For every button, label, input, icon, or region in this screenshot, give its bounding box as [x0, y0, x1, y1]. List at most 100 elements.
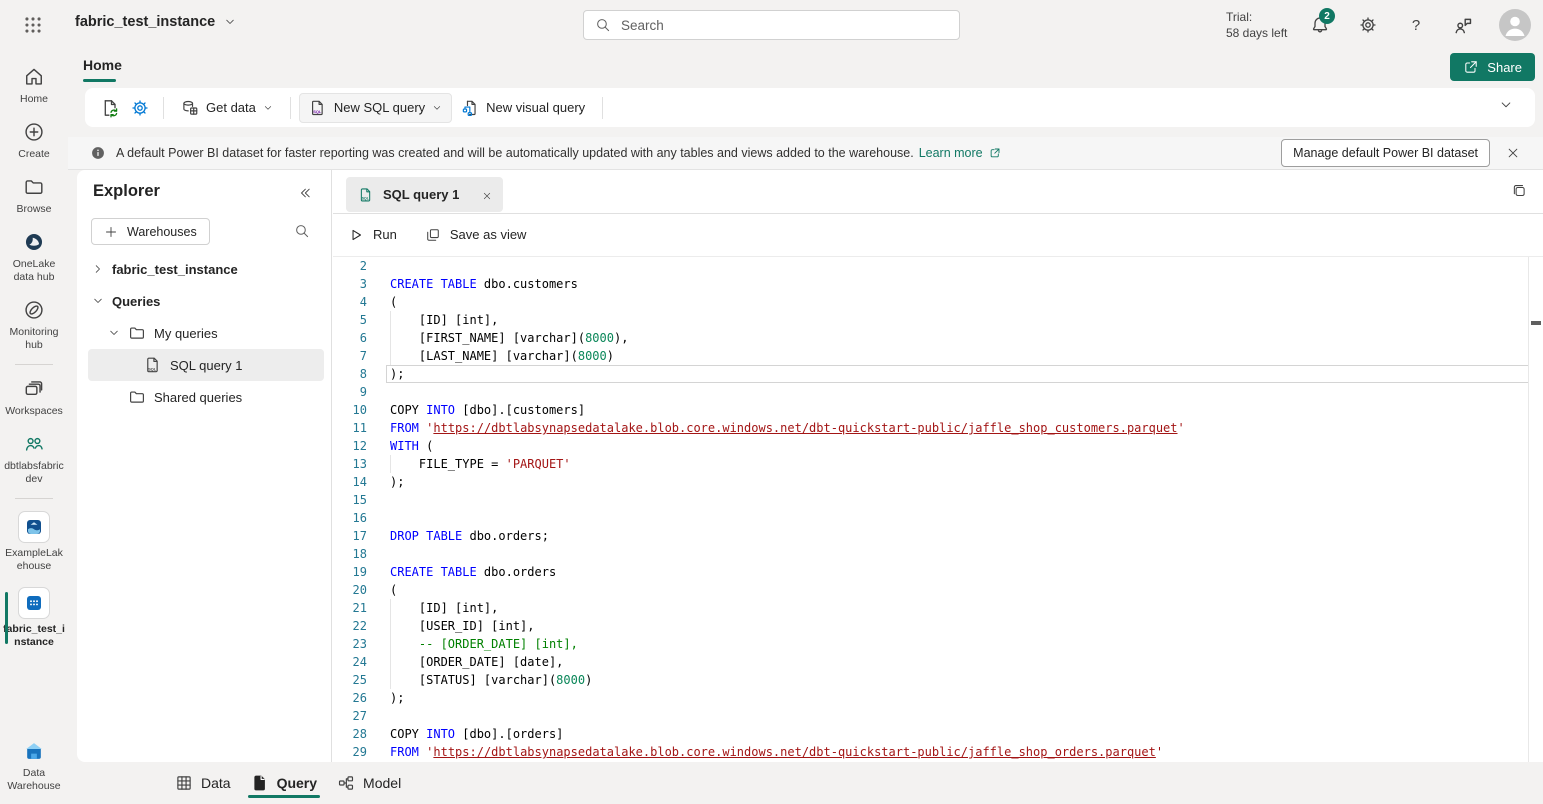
line-number: 24 — [333, 653, 367, 671]
editor-scrollbar[interactable] — [1528, 257, 1543, 762]
line-number: 25 — [333, 671, 367, 689]
code-line: 22 [USER_ID] [int], — [333, 617, 1529, 635]
chevron-right-icon[interactable] — [92, 263, 104, 275]
tree-item-queries[interactable]: Queries — [77, 285, 331, 317]
sidebar-item-label: Create — [18, 148, 50, 161]
warehouse-icon — [18, 587, 50, 619]
help-button[interactable]: ? — [1406, 15, 1426, 35]
person-icon — [1499, 9, 1531, 41]
save-as-view-button[interactable]: Save as view — [425, 227, 527, 243]
code-line: 20( — [333, 581, 1529, 599]
line-number: 8 — [333, 365, 367, 383]
sidebar-item-label: Monitoring hub — [3, 326, 65, 352]
settings-button[interactable] — [1358, 15, 1378, 35]
tab-close-button[interactable] — [482, 189, 493, 200]
tab-query[interactable]: Query — [248, 762, 320, 804]
code-text: [LAST_NAME] [varchar](8000) — [390, 347, 614, 365]
explorer-search-button[interactable] — [294, 223, 311, 240]
line-number: 6 — [333, 329, 367, 347]
sql-code-area[interactable]: 23CREATE TABLE dbo.customers4(5 [ID] [in… — [333, 257, 1529, 762]
line-number: 11 — [333, 419, 367, 437]
get-data-button[interactable]: Get data — [172, 94, 282, 122]
rail-divider — [15, 364, 53, 365]
search-icon — [294, 223, 310, 239]
sidebar-item-onelake-data-hub[interactable]: OneLake data hub — [0, 223, 68, 291]
plus-icon — [104, 225, 118, 239]
tree-item-sql-query-1[interactable]: SQLSQL query 1 — [88, 349, 324, 381]
sidebar-item-examplelakehouse[interactable]: ExampleLakehouse — [0, 504, 68, 580]
workspace-switcher[interactable]: fabric_test_instance — [75, 14, 236, 30]
code-text: [USER_ID] [int], — [390, 617, 535, 635]
line-number: 4 — [333, 293, 367, 311]
sidebar-item-label: Data Warehouse — [3, 767, 65, 793]
app-launcher-button[interactable] — [22, 14, 44, 36]
code-text: COPY INTO [dbo].[customers] — [390, 401, 585, 419]
learn-more-link[interactable]: Learn more — [919, 146, 1002, 160]
indent-guide — [390, 671, 391, 689]
question-icon: ? — [1406, 15, 1426, 35]
toolbar-expand-button[interactable] — [1499, 98, 1513, 117]
sidebar-item-monitoring-hub[interactable]: Monitoring hub — [0, 291, 68, 359]
monitoring-icon — [22, 298, 46, 322]
code-text: [FIRST_NAME] [varchar](8000), — [390, 329, 628, 347]
indent-guide — [390, 455, 391, 473]
code-text: [ID] [int], — [390, 599, 498, 617]
sidebar-item-dbtlabsfabricdev[interactable]: dbtlabsfabricdev — [0, 425, 68, 493]
line-number: 18 — [333, 545, 367, 563]
feedback-button[interactable] — [1452, 15, 1478, 35]
tab-home[interactable]: Home — [83, 57, 122, 73]
tree-item-fabric-test-instance[interactable]: fabric_test_instance — [77, 253, 331, 285]
tree-item-shared-queries[interactable]: Shared queries — [77, 381, 331, 413]
sidebar-item-fabric-test-instance[interactable]: fabric_test_instance — [0, 580, 68, 656]
line-number: 2 — [333, 257, 367, 275]
settings-toolbar-button[interactable] — [125, 94, 155, 122]
code-line: 9 — [333, 383, 1529, 401]
sidebar-item-browse[interactable]: Browse — [0, 168, 68, 223]
new-sql-query-button[interactable]: SQL New SQL query — [299, 93, 452, 123]
view-switcher: Data Query Model — [77, 762, 1543, 804]
code-line: 2 — [333, 257, 1529, 275]
notifications-button[interactable]: 2 — [1310, 15, 1330, 35]
global-search[interactable] — [583, 10, 960, 40]
code-text: COPY INTO [dbo].[orders] — [390, 725, 563, 743]
new-visual-query-button[interactable]: New visual query — [452, 94, 594, 122]
tab-data[interactable]: Data — [172, 762, 234, 804]
tree-item-my-queries[interactable]: My queries — [77, 317, 331, 349]
explorer-panel: Explorer Warehouses fabric_test_instance… — [77, 170, 332, 762]
line-number: 26 — [333, 689, 367, 707]
top-app-bar: fabric_test_instance Trial: 58 days left… — [0, 0, 1543, 50]
collapse-panel-button[interactable] — [298, 186, 313, 201]
sql-file-icon: SQL — [358, 187, 374, 203]
sidebar-item-workspaces[interactable]: Workspaces — [0, 370, 68, 425]
code-text: FROM 'https://dbtlabsynapsedatalake.blob… — [390, 419, 1185, 437]
toolbar-divider — [290, 97, 291, 119]
chevron-down-icon[interactable] — [108, 327, 120, 339]
nav-rail: Home Create BrowseOneLake data hub Monitori… — [0, 50, 68, 804]
people-icon — [22, 432, 46, 456]
line-number: 13 — [333, 455, 367, 473]
tab-list-button[interactable] — [1511, 183, 1528, 200]
code-line: 15 — [333, 491, 1529, 509]
sidebar-item-create[interactable]: Create — [0, 113, 68, 168]
chevron-down-icon[interactable] — [92, 295, 104, 307]
manage-dataset-button[interactable]: Manage default Power BI dataset — [1281, 139, 1490, 167]
line-number: 5 — [333, 311, 367, 329]
code-line: 28COPY INTO [dbo].[orders] — [333, 725, 1529, 743]
indent-guide — [390, 599, 391, 617]
sql-file-icon: SQL — [144, 356, 162, 374]
code-line: 6 [FIRST_NAME] [varchar](8000), — [333, 329, 1529, 347]
code-line: 7 [LAST_NAME] [varchar](8000) — [333, 347, 1529, 365]
query-tab[interactable]: SQL SQL query 1 — [346, 177, 503, 212]
sidebar-item-data-warehouse[interactable]: Data Warehouse — [0, 732, 68, 800]
refresh-button[interactable] — [95, 94, 125, 122]
share-button[interactable]: Share — [1450, 53, 1535, 81]
code-text: ( — [390, 293, 397, 311]
banner-close-button[interactable] — [1506, 146, 1521, 161]
sidebar-item-home[interactable]: Home — [0, 58, 68, 113]
run-button[interactable]: Run — [348, 227, 397, 243]
search-input[interactable] — [619, 17, 923, 34]
code-text: CREATE TABLE dbo.customers — [390, 275, 578, 293]
avatar[interactable] — [1499, 9, 1531, 41]
tab-model[interactable]: Model — [334, 762, 404, 804]
new-warehouse-button[interactable]: Warehouses — [91, 218, 210, 245]
